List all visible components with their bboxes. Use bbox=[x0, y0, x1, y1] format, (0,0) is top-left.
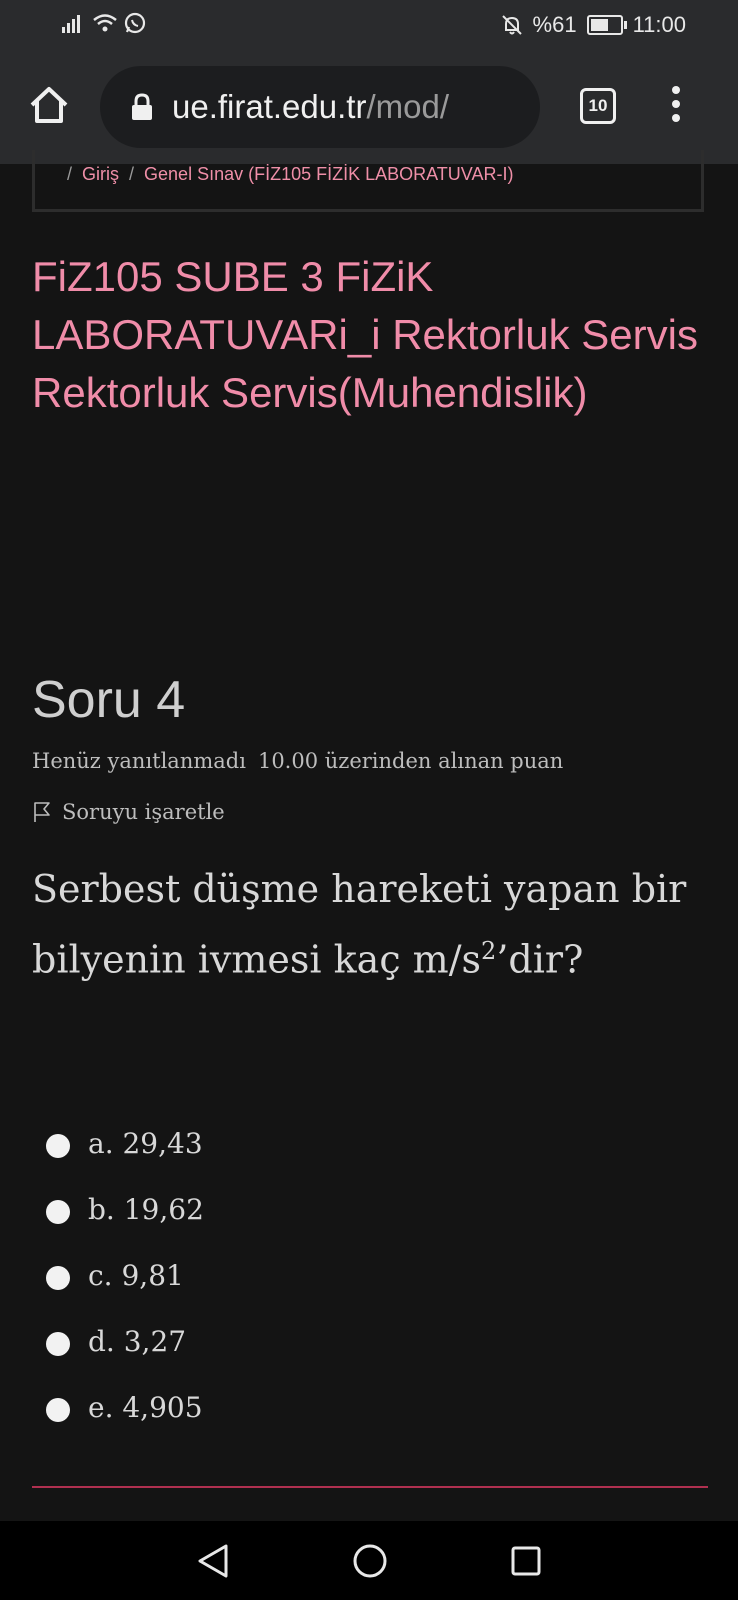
question-text-end: ’dir? bbox=[496, 937, 584, 982]
answer-option-b[interactable]: b. 19,62 bbox=[46, 1176, 204, 1242]
breadcrumb-separator: / bbox=[129, 164, 135, 184]
answer-option-e[interactable]: e. 4,905 bbox=[46, 1374, 204, 1440]
answer-option-d[interactable]: d. 3,27 bbox=[46, 1308, 204, 1374]
question-text-main: Serbest düşme hareketi yapan bir bilyeni… bbox=[32, 867, 687, 982]
breadcrumb-item-home[interactable]: Giriş bbox=[82, 164, 119, 184]
breadcrumb-item-quiz[interactable]: Genel Sınav (FİZ105 FİZİK LABORATUVAR-I) bbox=[144, 164, 513, 184]
radio-button[interactable] bbox=[46, 1266, 70, 1290]
flag-icon bbox=[34, 802, 50, 822]
home-circle-icon[interactable] bbox=[352, 1543, 388, 1579]
status-left bbox=[62, 12, 146, 34]
breadcrumb: / Giriş / Genel Sınav (FİZ105 FİZİK LABORAT… bbox=[57, 164, 513, 185]
breadcrumb-separator: / bbox=[67, 164, 73, 184]
recent-apps-icon[interactable] bbox=[510, 1545, 542, 1577]
breadcrumb-container: / Giriş / Genel Sınav (FİZ105 FİZİK LABORAT… bbox=[32, 150, 704, 212]
address-bar[interactable]: ue.firat.edu.tr/mod/ bbox=[100, 66, 540, 148]
flag-question-link[interactable]: Soruyu işaretle bbox=[32, 800, 225, 824]
radio-button[interactable] bbox=[46, 1332, 70, 1356]
home-icon[interactable] bbox=[28, 84, 70, 126]
overflow-menu-icon[interactable] bbox=[668, 86, 684, 128]
option-label: c. 9,81 bbox=[88, 1258, 184, 1292]
status-bar: %61 11:00 bbox=[0, 0, 738, 50]
mute-bell-icon bbox=[501, 15, 522, 35]
radio-button[interactable] bbox=[46, 1398, 70, 1422]
browser-toolbar: ue.firat.edu.tr/mod/ 10 bbox=[0, 50, 738, 164]
clock: 11:00 bbox=[632, 12, 686, 37]
radio-button[interactable] bbox=[46, 1200, 70, 1224]
status-right: %61 11:00 bbox=[501, 12, 686, 38]
tab-switcher-button[interactable]: 10 bbox=[580, 88, 616, 124]
url-host: ue.firat.edu.tr bbox=[172, 88, 367, 125]
back-icon[interactable] bbox=[196, 1543, 230, 1579]
answer-option-c[interactable]: c. 9,81 bbox=[46, 1242, 204, 1308]
wifi-icon bbox=[93, 14, 117, 32]
question-grade: 10.00 üzerinden alınan puan bbox=[257, 749, 564, 773]
question-superscript: 2 bbox=[481, 937, 497, 965]
section-divider bbox=[32, 1486, 708, 1488]
option-label: b. 19,62 bbox=[88, 1192, 204, 1226]
flag-label: Soruyu işaretle bbox=[62, 800, 225, 824]
url-text: ue.firat.edu.tr/mod/ bbox=[172, 88, 449, 126]
answer-state: Henüz yanıtlanmadı bbox=[32, 749, 246, 773]
lock-icon bbox=[132, 93, 152, 120]
question-number-title: Soru 4 bbox=[32, 671, 186, 729]
option-label: d. 3,27 bbox=[88, 1324, 187, 1358]
battery-icon bbox=[586, 15, 627, 35]
answer-options: a. 29,43 b. 19,62 c. 9,81 d. 3,27 e. 4,9… bbox=[46, 1110, 204, 1440]
battery-percent: %61 bbox=[532, 12, 577, 37]
url-path: /mod/ bbox=[366, 88, 449, 125]
question-text: Serbest düşme hareketi yapan bir bilyeni… bbox=[32, 858, 722, 991]
option-label: e. 4,905 bbox=[88, 1390, 203, 1424]
signal-icon bbox=[62, 15, 80, 33]
system-navigation-bar bbox=[0, 1521, 738, 1600]
answer-option-a[interactable]: a. 29,43 bbox=[46, 1110, 204, 1176]
question-status: Henüz yanıtlanmadı 10.00 üzerinden alınan… bbox=[32, 749, 563, 773]
option-label: a. 29,43 bbox=[88, 1126, 203, 1160]
whatsapp-icon bbox=[124, 12, 146, 34]
radio-button[interactable] bbox=[46, 1134, 70, 1158]
course-title: FiZ105 SUBE 3 FiZiK LABORATUVARi_i Rekto… bbox=[32, 253, 698, 416]
